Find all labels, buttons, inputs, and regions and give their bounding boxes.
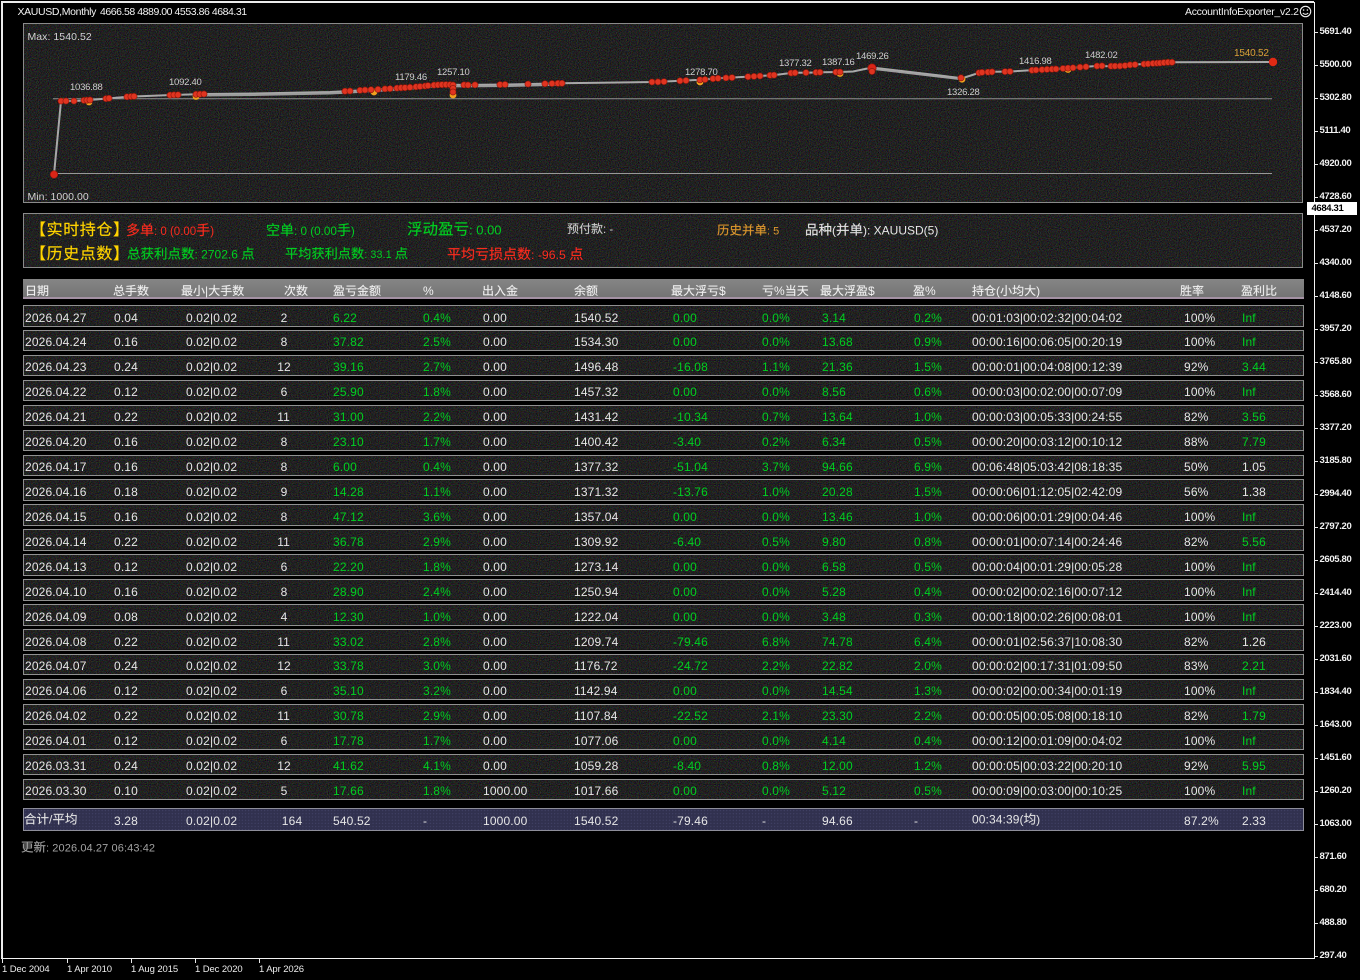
- svg-text:$: $: [868, 284, 875, 298]
- svg-text:: 0.00: : 0.00: [469, 223, 502, 238]
- svg-text:00:34:39(: 00:34:39(: [972, 813, 1024, 827]
- svg-text:): ): [210, 226, 214, 238]
- svg-text:|: |: [205, 284, 208, 298]
- svg-text:: -96.5: : -96.5: [531, 248, 566, 262]
- svg-text:): ): [351, 225, 355, 238]
- svg-text:%: %: [925, 284, 936, 298]
- svg-text:: -: : -: [603, 224, 613, 236]
- svg-text:: 33.1: : 33.1: [364, 249, 392, 261]
- svg-text:: 0 (0.00: : 0 (0.00: [294, 225, 337, 238]
- svg-text:(: (: [832, 224, 836, 238]
- svg-text:%: %: [423, 284, 434, 298]
- svg-text:): ): [1036, 813, 1040, 827]
- svg-text:/: /: [49, 813, 53, 827]
- svg-text:): XAUUSD(5): ): XAUUSD(5): [863, 224, 938, 238]
- svg-text:(: (: [996, 284, 1000, 298]
- svg-text:: 2026.04.27 06:43:42: : 2026.04.27 06:43:42: [46, 843, 155, 855]
- svg-text:): ): [1036, 284, 1040, 298]
- svg-text:$: $: [719, 284, 726, 298]
- svg-text:: 5: : 5: [767, 226, 779, 238]
- svg-text:%: %: [774, 284, 785, 298]
- svg-text:: 2702.6: : 2702.6: [195, 248, 239, 262]
- svg-text:: 0 (0.00: : 0 (0.00: [154, 226, 196, 238]
